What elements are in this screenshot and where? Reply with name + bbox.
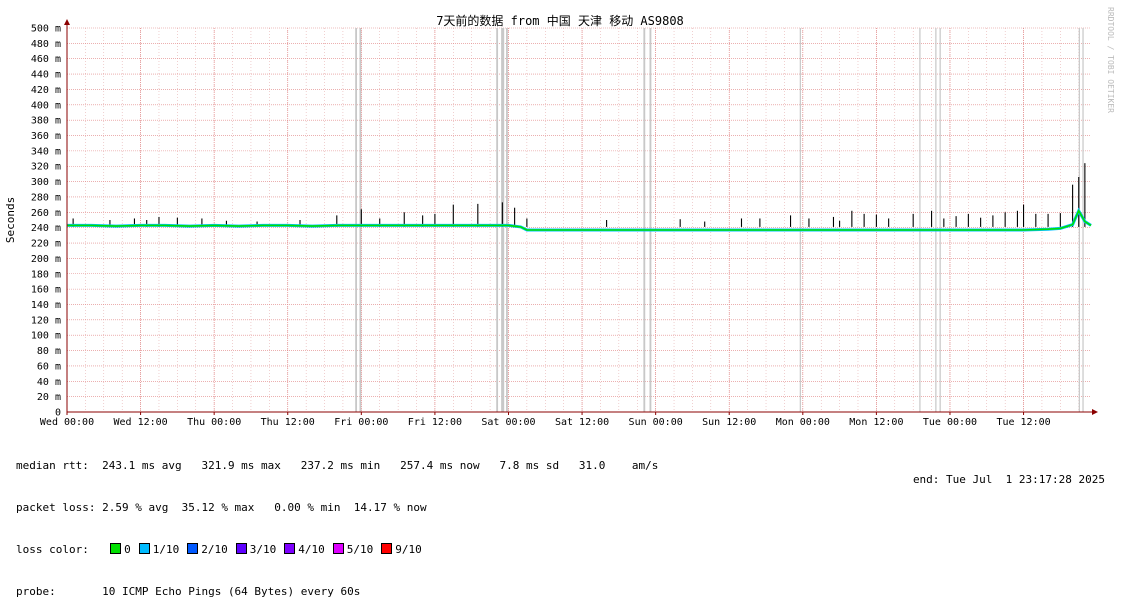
loss-color-legend-label: 4/10 — [298, 543, 325, 556]
packet-loss-band — [496, 28, 499, 412]
end-time: end: Tue Jul 1 23:17:28 2025 — [912, 473, 1105, 486]
packet-loss-band — [935, 28, 937, 412]
y-tick-label: 340 m — [31, 146, 61, 157]
y-tick-label: 320 m — [31, 162, 61, 173]
loss-color-legend-label: 9/10 — [395, 543, 422, 556]
x-tick-label: Sun 12:00 — [702, 417, 756, 428]
y-tick-label: 240 m — [31, 223, 61, 234]
y-tick-label: 260 m — [31, 208, 61, 219]
x-tick-label: Tue 00:00 — [923, 417, 977, 428]
median-rtt-row: median rtt: 243.1 ms avg 321.9 ms max 23… — [16, 459, 658, 473]
x-tick-label: Sat 12:00 — [555, 417, 609, 428]
median-rtt-line — [67, 209, 1092, 231]
x-tick-label: Fri 00:00 — [334, 417, 388, 428]
y-tick-label: 420 m — [31, 85, 61, 96]
probe-row: probe: 10 ICMP Echo Pings (64 Bytes) eve… — [16, 585, 658, 599]
loss-color-legend-label: 0 — [124, 543, 131, 556]
y-tick-label: 160 m — [31, 285, 61, 296]
chart-title: 7天前的数据 from 中国 天津 移动 AS9808 — [436, 13, 684, 28]
x-tick-label: Wed 12:00 — [113, 417, 167, 428]
loss-color-swatch — [381, 543, 393, 554]
loss-color-row: loss color: 0 1/10 2/10 3/10 4/10 5/10 9/10 — [16, 543, 658, 557]
median-rtt-label: median rtt: — [16, 459, 89, 472]
probe-label: probe: — [16, 585, 56, 598]
y-tick-label: 480 m — [31, 39, 61, 50]
packet-loss-band — [643, 28, 646, 412]
x-tick-label: Wed 00:00 — [40, 417, 94, 428]
y-tick-label: 60 m — [37, 361, 61, 372]
y-tick-label: 500 m — [31, 24, 61, 35]
packet-loss-band — [506, 28, 508, 412]
y-tick-label: 440 m — [31, 70, 61, 81]
packet-loss-band — [799, 28, 801, 412]
y-tick-label: 400 m — [31, 100, 61, 111]
y-axis-arrow — [64, 19, 70, 25]
smokeping-chart: 020 m40 m60 m80 m100 m120 m140 m160 m180… — [4, 7, 1115, 428]
loss-color-swatch — [110, 543, 122, 554]
packet-loss-band — [919, 28, 921, 412]
y-tick-label: 180 m — [31, 269, 61, 280]
y-tick-label: 200 m — [31, 254, 61, 265]
watermark: RRDTOOL / TOBI OETIKER — [1106, 7, 1115, 113]
y-tick-label: 100 m — [31, 331, 61, 342]
x-tick-label: Mon 12:00 — [849, 417, 903, 428]
loss-color-legend: 0 1/10 2/10 3/10 4/10 5/10 9/10 — [102, 543, 422, 556]
loss-color-legend-label: 1/10 — [152, 543, 180, 556]
loss-color-swatch — [332, 543, 344, 554]
packet-loss-band — [355, 28, 358, 412]
probe-value: 10 ICMP Echo Pings (64 Bytes) every 60s — [102, 585, 361, 598]
y-tick-label: 20 m — [37, 392, 61, 403]
y-tick-label: 40 m — [37, 377, 61, 388]
loss-color-legend-label: 2/10 — [201, 543, 228, 556]
x-tick-label: Tue 12:00 — [996, 417, 1050, 428]
y-tick-label: 360 m — [31, 131, 61, 142]
median-rtt-shadow — [67, 207, 1092, 232]
packet-loss-band — [649, 28, 652, 412]
median-rtt-values: 243.1 ms avg 321.9 ms max 237.2 ms min 2… — [102, 459, 659, 472]
loss-color-label: loss color: — [16, 543, 89, 556]
x-tick-label: Sat 00:00 — [481, 417, 535, 428]
y-tick-label: 120 m — [31, 315, 61, 326]
y-axis-label: Seconds — [4, 197, 17, 243]
y-tick-label: 380 m — [31, 116, 61, 127]
stats-block: median rtt: 243.1 ms avg 321.9 ms max 23… — [16, 431, 658, 613]
x-tick-label: Fri 12:00 — [408, 417, 462, 428]
loss-color-swatch — [235, 543, 247, 554]
x-tick-label: Thu 12:00 — [261, 417, 315, 428]
y-tick-label: 460 m — [31, 54, 61, 65]
x-tick-label: Thu 00:00 — [187, 417, 241, 428]
y-tick-label: 280 m — [31, 192, 61, 203]
y-tick-label: 80 m — [37, 346, 61, 357]
loss-color-legend-label: 3/10 — [249, 543, 277, 556]
loss-color-swatch — [138, 543, 150, 554]
packet-loss-band — [939, 28, 941, 412]
loss-color-swatch — [187, 543, 199, 554]
y-tick-label: 300 m — [31, 177, 61, 188]
x-tick-label: Sun 00:00 — [629, 417, 683, 428]
loss-color-swatch — [284, 543, 296, 554]
x-axis-arrow — [1092, 409, 1098, 415]
y-tick-label: 220 m — [31, 239, 61, 250]
loss-color-legend-label: 5/10 — [346, 543, 374, 556]
y-tick-label: 140 m — [31, 300, 61, 311]
packet-loss-label: packet loss: — [16, 501, 96, 514]
packet-loss-values: 2.59 % avg 35.12 % max 0.00 % min 14.17 … — [102, 501, 427, 514]
packet-loss-row: packet loss: 2.59 % avg 35.12 % max 0.00… — [16, 501, 658, 515]
x-tick-label: Mon 00:00 — [776, 417, 830, 428]
